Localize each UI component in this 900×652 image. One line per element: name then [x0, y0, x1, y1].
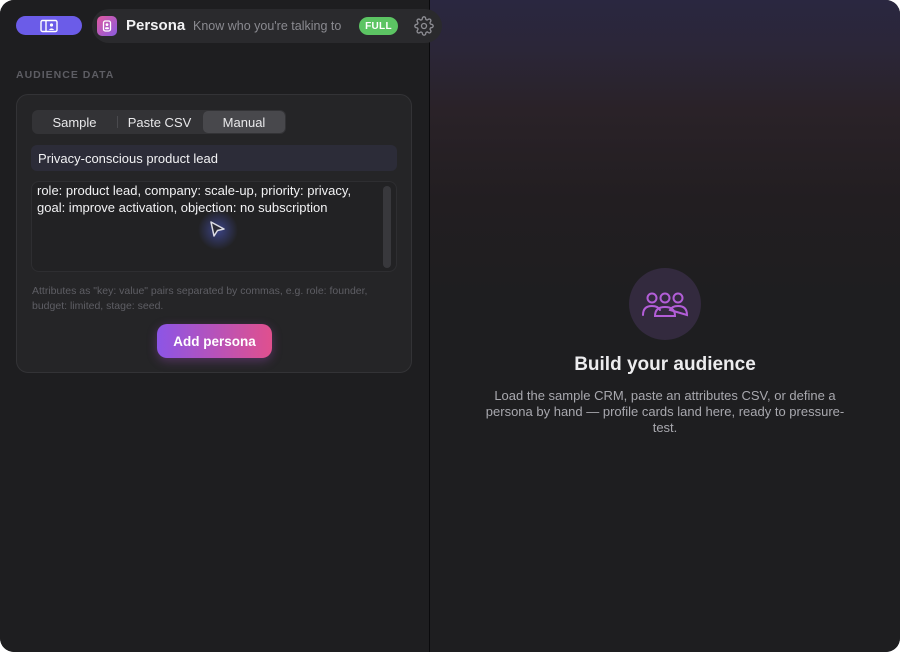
gear-icon [414, 16, 434, 36]
empty-state-title: Build your audience [574, 354, 756, 375]
attributes-scrollbar[interactable] [383, 186, 391, 268]
empty-state-badge [629, 268, 701, 340]
people-group-icon [642, 292, 689, 317]
plan-badge: FULL [359, 17, 398, 35]
app-icon [97, 16, 117, 36]
app-subtitle: Know who you're talking to [193, 19, 342, 33]
app-title: Persona [126, 17, 186, 34]
tab-paste-csv[interactable]: Paste CSV [117, 110, 202, 134]
sidebar-toggle-button[interactable] [16, 16, 82, 35]
tab-sample[interactable]: Sample [32, 110, 117, 134]
add-persona-button[interactable]: Add persona [157, 324, 272, 358]
section-label-audience-data: AUDIENCE DATA [16, 69, 115, 81]
pane-divider[interactable] [429, 0, 430, 652]
attributes-helper-text: Attributes as "key: value" pairs separat… [32, 285, 368, 312]
app-window: Persona Know who you're talking to FULL … [0, 0, 900, 652]
tab-manual[interactable]: Manual [203, 110, 285, 134]
settings-button[interactable] [413, 15, 435, 37]
empty-state-description: Load the sample CRM, paste an attributes… [485, 388, 845, 435]
sidebar-icon [40, 19, 58, 32]
mouse-cursor-icon [198, 210, 238, 250]
persona-name-input[interactable]: Privacy-conscious product lead [31, 145, 397, 171]
